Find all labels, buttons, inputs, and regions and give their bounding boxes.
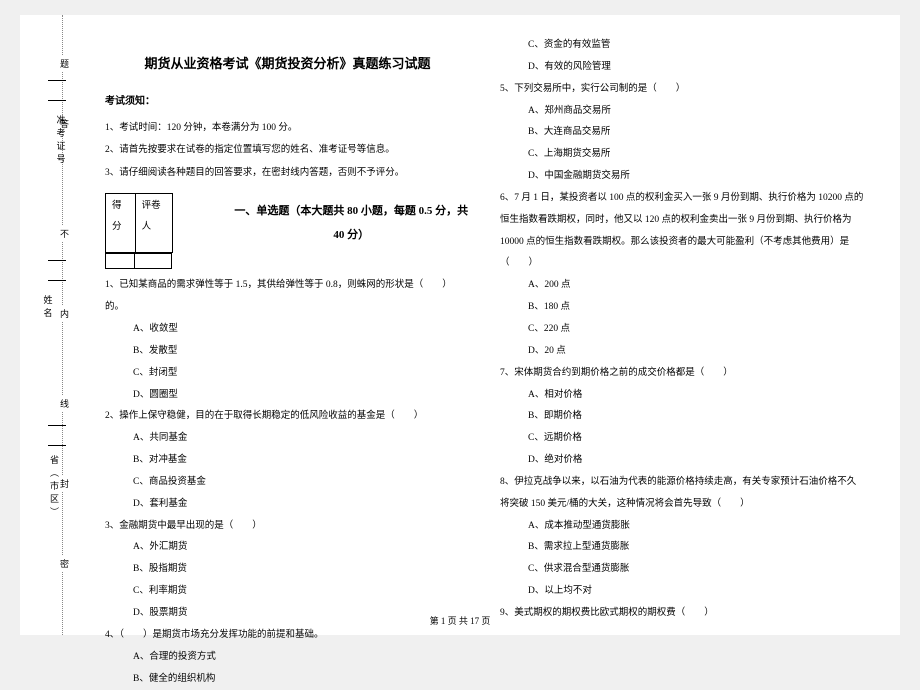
- option: D、20 点: [500, 341, 865, 363]
- seal-char: 内: [60, 305, 69, 322]
- option: B、健全的组织机构: [105, 669, 470, 690]
- score-blank: [105, 253, 135, 269]
- notice-item: 1、考试时间：120 分钟，本卷满分为 100 分。: [105, 117, 470, 140]
- content-area: 期货从业资格考试《期货投资分析》真题练习试题 考试须知： 1、考试时间：120 …: [70, 15, 900, 635]
- option: D、圆圈型: [105, 385, 470, 407]
- reviewer-blank: [134, 253, 172, 269]
- option: B、大连商品交易所: [500, 122, 865, 144]
- seal-char: 不: [60, 225, 69, 242]
- option: D、以上均不对: [500, 581, 865, 603]
- option: A、外汇期货: [105, 537, 470, 559]
- seal-dotted-line: [62, 15, 63, 635]
- left-column: 期货从业资格考试《期货投资分析》真题练习试题 考试须知： 1、考试时间：120 …: [90, 35, 485, 625]
- option: C、上海期货交易所: [500, 144, 865, 166]
- option: D、绝对价格: [500, 450, 865, 472]
- sidebar-label-school: 省（市区）: [48, 455, 61, 520]
- option: A、收敛型: [105, 319, 470, 341]
- fill-line: [48, 100, 66, 101]
- fill-line: [48, 80, 66, 81]
- question-stem: 6、7 月 1 日，某投资者以 100 点的权利金买入一张 9 月份到期、执行价…: [500, 188, 865, 275]
- option: D、套利基金: [105, 494, 470, 516]
- score-box: 得分 评卷人 一、单选题（本大题共 80 小题，每题 0.5 分，共 40 分）: [105, 193, 470, 253]
- right-column: C、资金的有效监管 D、有效的风险管理 5、下列交易所中，实行公司制的是（ ） …: [485, 35, 880, 625]
- option: A、共同基金: [105, 428, 470, 450]
- notice-item: 2、请首先按要求在试卷的指定位置填写您的姓名、准考证号等信息。: [105, 139, 470, 162]
- option: C、资金的有效监管: [500, 35, 865, 57]
- question-stem: 7、宋体期货合约到期价格之前的成交价格都是（ ）: [500, 363, 865, 385]
- seal-char: 线: [60, 395, 69, 412]
- option: B、180 点: [500, 297, 865, 319]
- seal-char: 密: [60, 555, 69, 572]
- section1-title: 一、单选题（本大题共 80 小题，每题 0.5 分，共 40 分）: [232, 199, 470, 247]
- notice-heading: 考试须知：: [105, 91, 470, 113]
- page-footer: 第 1 页 共 17 页: [20, 614, 900, 627]
- fill-line: [48, 425, 66, 426]
- option: C、220 点: [500, 319, 865, 341]
- binding-sidebar: 题 答 不 内 线 封 密 省（市区） 姓名 准考证号: [20, 15, 70, 635]
- question-stem: 3、金融期货中最早出现的是（ ）: [105, 516, 470, 538]
- option: C、供求混合型通货膨胀: [500, 559, 865, 581]
- exam-title: 期货从业资格考试《期货投资分析》真题练习试题: [105, 50, 470, 79]
- option: A、相对价格: [500, 385, 865, 407]
- option: C、封闭型: [105, 363, 470, 385]
- notice-item: 3、请仔细阅读各种题目的回答要求，在密封线内答题，否则不予评分。: [105, 162, 470, 185]
- question-stem: 1、已知某商品的需求弹性等于 1.5，其供给弹性等于 0.8，则蛛网的形状是（ …: [105, 275, 470, 319]
- option: C、利率期货: [105, 581, 470, 603]
- exam-page: 题 答 不 内 线 封 密 省（市区） 姓名 准考证号 期货从业资格考试《期货投…: [20, 15, 900, 635]
- question-stem: 8、伊拉克战争以来，以石油为代表的能源价格持续走高，有关专家预计石油价格不久将突…: [500, 472, 865, 516]
- reviewer-label: 评卷人: [135, 193, 174, 253]
- option: B、对冲基金: [105, 450, 470, 472]
- question-stem: 5、下列交易所中，实行公司制的是（ ）: [500, 79, 865, 101]
- fill-line: [48, 280, 66, 281]
- sidebar-label-admission: 准考证号: [55, 115, 68, 167]
- option: A、成本推动型通货膨胀: [500, 516, 865, 538]
- fill-line: [48, 260, 66, 261]
- option: B、需求拉上型通货膨胀: [500, 537, 865, 559]
- option: D、中国金融期货交易所: [500, 166, 865, 188]
- option: B、即期价格: [500, 406, 865, 428]
- option: B、股指期货: [105, 559, 470, 581]
- sidebar-label-name: 姓名: [42, 295, 55, 321]
- seal-char: 题: [60, 55, 69, 72]
- option: C、远期价格: [500, 428, 865, 450]
- question-stem: 2、操作上保守稳健，目的在于取得长期稳定的低风险收益的基金是（ ）: [105, 406, 470, 428]
- option: B、发散型: [105, 341, 470, 363]
- option: A、200 点: [500, 275, 865, 297]
- question-stem: 4、（ ）是期货市场充分发挥功能的前提和基础。: [105, 625, 470, 647]
- fill-line: [48, 445, 66, 446]
- option: C、商品投资基金: [105, 472, 470, 494]
- score-label: 得分: [105, 193, 136, 253]
- option: D、有效的风险管理: [500, 57, 865, 79]
- option: A、郑州商品交易所: [500, 101, 865, 123]
